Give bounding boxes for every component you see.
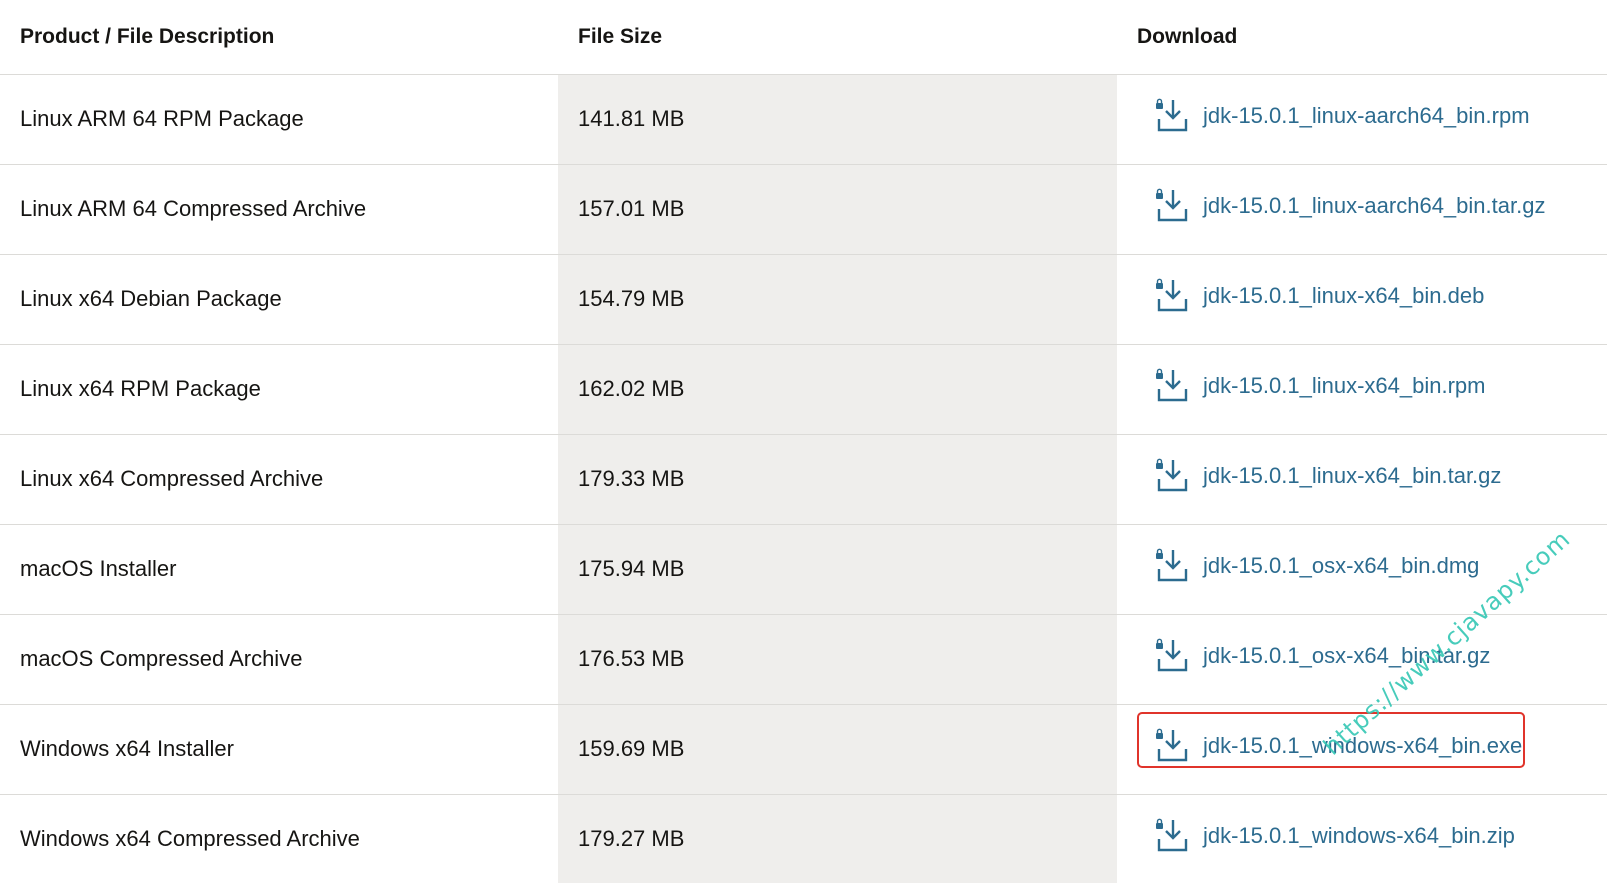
download-cell: jdk-15.0.1_windows-x64_bin.zip bbox=[1117, 794, 1607, 883]
table-row: Linux x64 RPM Package 162.02 MB jdk-15.0… bbox=[0, 344, 1607, 435]
download-filename: jdk-15.0.1_linux-x64_bin.rpm bbox=[1203, 373, 1486, 398]
download-filename: jdk-15.0.1_linux-x64_bin.tar.gz bbox=[1203, 463, 1502, 488]
file-size: 175.94 MB bbox=[558, 524, 1117, 615]
table-row: macOS Compressed Archive 176.53 MB jdk-1… bbox=[0, 614, 1607, 705]
file-description: Linux x64 Debian Package bbox=[0, 254, 558, 345]
file-size: 159.69 MB bbox=[558, 704, 1117, 795]
lock-download-icon bbox=[1156, 368, 1188, 402]
download-filename: jdk-15.0.1_windows-x64_bin.zip bbox=[1203, 823, 1515, 848]
download-cell: jdk-15.0.1_linux-x64_bin.rpm bbox=[1117, 344, 1607, 435]
table-row: macOS Installer 175.94 MB jdk-15.0.1_osx… bbox=[0, 524, 1607, 615]
table-row: Windows x64 Compressed Archive 179.27 MB… bbox=[0, 794, 1607, 883]
file-description: macOS Compressed Archive bbox=[0, 614, 558, 705]
file-size: 154.79 MB bbox=[558, 254, 1117, 345]
table-row: Linux x64 Compressed Archive 179.33 MB j… bbox=[0, 434, 1607, 525]
download-filename: jdk-15.0.1_linux-aarch64_bin.tar.gz bbox=[1203, 193, 1546, 218]
lock-download-icon bbox=[1156, 548, 1188, 582]
download-cell: jdk-15.0.1_linux-aarch64_bin.tar.gz bbox=[1117, 164, 1607, 255]
file-description: Linux x64 RPM Package bbox=[0, 344, 558, 435]
file-size: 141.81 MB bbox=[558, 74, 1117, 165]
download-link[interactable]: jdk-15.0.1_linux-x64_bin.deb bbox=[1153, 278, 1484, 314]
table-row: Linux x64 Debian Package 154.79 MB jdk-1… bbox=[0, 254, 1607, 345]
download-link[interactable]: jdk-15.0.1_windows-x64_bin.exe bbox=[1153, 728, 1522, 764]
download-link[interactable]: jdk-15.0.1_linux-x64_bin.tar.gz bbox=[1153, 458, 1501, 494]
file-description: Windows x64 Compressed Archive bbox=[0, 794, 558, 883]
download-cell: jdk-15.0.1_linux-aarch64_bin.rpm bbox=[1117, 74, 1607, 165]
download-link[interactable]: jdk-15.0.1_windows-x64_bin.zip bbox=[1153, 818, 1515, 854]
file-size: 179.27 MB bbox=[558, 794, 1117, 883]
download-filename: jdk-15.0.1_osx-x64_bin.tar.gz bbox=[1203, 643, 1491, 668]
download-cell: jdk-15.0.1_osx-x64_bin.tar.gz bbox=[1117, 614, 1607, 705]
header-download: Download bbox=[1117, 0, 1607, 75]
download-cell: jdk-15.0.1_osx-x64_bin.dmg bbox=[1117, 524, 1607, 615]
lock-download-icon bbox=[1156, 98, 1188, 132]
table-row: Linux ARM 64 Compressed Archive 157.01 M… bbox=[0, 164, 1607, 255]
download-cell: jdk-15.0.1_linux-x64_bin.tar.gz bbox=[1117, 434, 1607, 525]
table-body: Linux ARM 64 RPM Package 141.81 MB jdk-1… bbox=[0, 74, 1607, 883]
lock-download-icon bbox=[1156, 638, 1188, 672]
download-link[interactable]: jdk-15.0.1_linux-aarch64_bin.tar.gz bbox=[1153, 188, 1545, 224]
download-link[interactable]: jdk-15.0.1_osx-x64_bin.dmg bbox=[1153, 548, 1479, 584]
lock-download-icon bbox=[1156, 188, 1188, 222]
lock-download-icon bbox=[1156, 278, 1188, 312]
file-size: 157.01 MB bbox=[558, 164, 1117, 255]
lock-download-icon bbox=[1156, 728, 1188, 762]
download-link[interactable]: jdk-15.0.1_linux-aarch64_bin.rpm bbox=[1153, 98, 1530, 134]
download-table: Product / File Description File Size Dow… bbox=[0, 0, 1607, 883]
table-row: Windows x64 Installer 159.69 MB jdk-15.0… bbox=[0, 704, 1607, 795]
download-cell: jdk-15.0.1_windows-x64_bin.exe bbox=[1117, 704, 1607, 795]
table-header-row: Product / File Description File Size Dow… bbox=[0, 0, 1607, 75]
file-description: Windows x64 Installer bbox=[0, 704, 558, 795]
file-description: Linux x64 Compressed Archive bbox=[0, 434, 558, 525]
download-filename: jdk-15.0.1_osx-x64_bin.dmg bbox=[1203, 553, 1480, 578]
file-size: 179.33 MB bbox=[558, 434, 1117, 525]
download-filename: jdk-15.0.1_linux-x64_bin.deb bbox=[1203, 283, 1485, 308]
lock-download-icon bbox=[1156, 818, 1188, 852]
file-description: macOS Installer bbox=[0, 524, 558, 615]
header-file-size: File Size bbox=[558, 0, 1117, 75]
download-filename: jdk-15.0.1_linux-aarch64_bin.rpm bbox=[1203, 103, 1530, 128]
download-filename: jdk-15.0.1_windows-x64_bin.exe bbox=[1203, 733, 1523, 758]
file-description: Linux ARM 64 RPM Package bbox=[0, 74, 558, 165]
download-link[interactable]: jdk-15.0.1_linux-x64_bin.rpm bbox=[1153, 368, 1486, 404]
file-size: 176.53 MB bbox=[558, 614, 1117, 705]
file-description: Linux ARM 64 Compressed Archive bbox=[0, 164, 558, 255]
header-description: Product / File Description bbox=[0, 0, 558, 75]
download-cell: jdk-15.0.1_linux-x64_bin.deb bbox=[1117, 254, 1607, 345]
file-size: 162.02 MB bbox=[558, 344, 1117, 435]
download-link[interactable]: jdk-15.0.1_osx-x64_bin.tar.gz bbox=[1153, 638, 1490, 674]
download-page: Product / File Description File Size Dow… bbox=[0, 0, 1607, 883]
table-row: Linux ARM 64 RPM Package 141.81 MB jdk-1… bbox=[0, 74, 1607, 165]
lock-download-icon bbox=[1156, 458, 1188, 492]
